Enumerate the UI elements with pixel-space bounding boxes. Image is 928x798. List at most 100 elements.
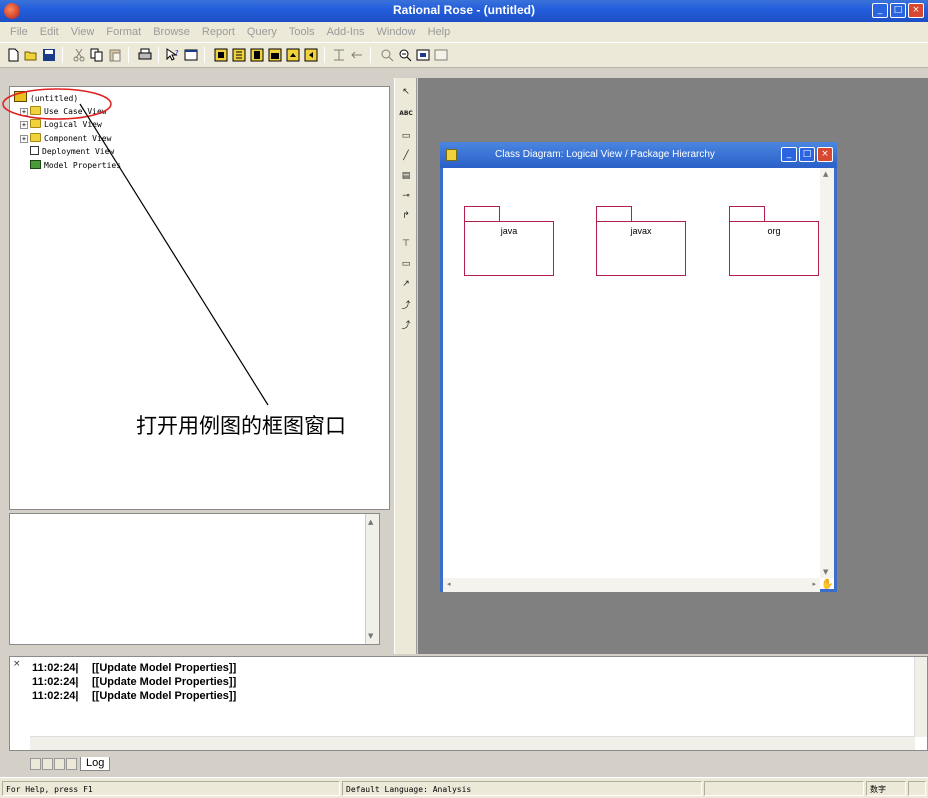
browse-component-diagram-icon[interactable] [250,48,264,62]
browse-class-diagram-icon[interactable] [214,48,228,62]
tab-log[interactable]: Log [80,757,111,771]
title-bar: Rational Rose - (untitled) _ □ × [0,0,928,22]
context-help-icon[interactable]: ? [166,48,180,62]
expand-icon[interactable]: + [20,107,28,116]
folder-icon [30,132,41,142]
documentation-pane[interactable]: ▲ ▼ [9,513,380,645]
diagram-canvas[interactable]: java javax org ▲ ▼ ◂ ▸ ✋ [443,168,834,592]
paste-icon[interactable] [108,48,122,62]
menu-query[interactable]: Query [241,26,283,38]
package-name: javax [596,221,686,276]
diagram-maximize-button[interactable]: □ [799,147,815,162]
package-tab [464,206,500,222]
status-mode: 数字 [866,781,906,796]
tab-next-button[interactable] [54,758,65,770]
new-icon[interactable] [6,48,20,62]
expand-icon[interactable]: + [20,134,28,143]
scroll-up-icon[interactable]: ▲ [368,518,373,526]
layout-diagram-icon[interactable] [332,48,346,62]
menu-browse[interactable]: Browse [147,26,196,38]
diagram-minimize-button[interactable]: _ [781,147,797,162]
scroll-down-icon[interactable]: ▼ [368,632,373,640]
close-button[interactable]: × [908,3,924,18]
menu-view[interactable]: View [65,26,101,38]
tree-item-deployment-view[interactable]: Deployment View [14,145,121,159]
menu-window[interactable]: Window [371,26,422,38]
tab-last-button[interactable] [66,758,77,770]
generalization-tool-icon[interactable]: ⤴ [399,300,413,312]
browse-interaction-diagram-icon[interactable] [232,48,246,62]
menu-help[interactable]: Help [422,26,457,38]
size-grip[interactable] [908,781,926,796]
dependency-tool-icon[interactable]: ↗ [399,278,413,290]
scroll-right-icon[interactable]: ▸ [812,580,816,588]
tree-item-component-view[interactable]: + Component View [14,132,121,146]
minimize-button[interactable]: _ [872,3,888,18]
diagram-close-button[interactable]: × [817,147,833,162]
class-tool-icon[interactable]: ▤ [399,170,413,182]
save-icon[interactable] [42,48,56,62]
log-time: 11:02:24| [32,676,79,688]
menu-report[interactable]: Report [196,26,241,38]
arrow-left-icon[interactable] [350,48,364,62]
association-class-tool-icon[interactable]: ⊤ [399,238,413,250]
log-entry: 11:02:24| [[Update Model Properties]] [32,689,236,703]
window-title: Rational Rose - (untitled) [393,3,535,17]
diagram-horizontal-scrollbar[interactable]: ◂ ▸ [443,578,820,592]
fit-in-window-icon[interactable] [416,48,430,62]
view-doc-icon[interactable] [184,48,198,62]
tree-item-label: Deployment View [42,147,115,156]
selection-tool-icon[interactable]: ↖ [399,86,413,98]
browse-deployment-diagram-icon[interactable] [268,48,282,62]
model-browser[interactable]: (untitled) + Use Case View + Logical View … [9,86,390,510]
copy-icon[interactable] [90,48,104,62]
tree-item-model-properties[interactable]: Model Properties [14,159,121,173]
zoom-in-icon[interactable] [380,48,394,62]
cut-icon[interactable] [72,48,86,62]
doc-vertical-scrollbar[interactable]: ▲ ▼ [365,514,379,644]
maximize-button[interactable]: □ [890,3,906,18]
open-icon[interactable] [24,48,38,62]
log-window[interactable]: × 11:02:24| [[Update Model Properties]] 1… [9,656,928,751]
class-diagram-window[interactable]: Class Diagram: Logical View / Package Hi… [440,142,837,592]
log-horizontal-scrollbar[interactable] [30,736,915,750]
menu-add-ins[interactable]: Add-Ins [321,26,371,38]
realize-tool-icon[interactable]: ⤴ [399,320,413,332]
menu-tools[interactable]: Tools [283,26,321,38]
tab-prev-button[interactable] [42,758,53,770]
browse-previous-icon[interactable] [304,48,318,62]
tree-item-use-case-view[interactable]: + Use Case View [14,105,121,119]
menu-edit[interactable]: Edit [34,26,65,38]
scroll-down-icon[interactable]: ▼ [823,568,828,576]
text-box-tool-icon[interactable]: ABC [399,108,413,120]
note-tool-icon[interactable]: ▭ [399,130,413,142]
tree-item-logical-view[interactable]: + Logical View [14,118,121,132]
browse-parent-icon[interactable] [286,48,300,62]
association-tool-icon[interactable]: ↱ [399,210,413,222]
expand-icon[interactable]: + [20,121,28,129]
log-close-icon[interactable]: × [13,659,21,669]
log-vertical-scrollbar[interactable] [914,657,927,737]
menu-format[interactable]: Format [100,26,147,38]
package-tool-icon[interactable]: ▭ [399,258,413,270]
tree-root[interactable]: (untitled) [14,91,121,105]
tree-item-label: Component View [44,133,112,143]
pan-hand-icon[interactable]: ✋ [821,579,833,591]
diagram-title-bar[interactable]: Class Diagram: Logical View / Package Hi… [440,142,837,168]
interface-tool-icon[interactable]: ⊸ [399,190,413,202]
tree-item-label: Model Properties [44,160,122,170]
folder-icon [30,105,41,115]
undo-fit-icon[interactable] [434,48,448,62]
tree-item-label: Logical View [44,120,102,129]
scroll-left-icon[interactable]: ◂ [447,580,451,588]
print-icon[interactable] [138,48,152,62]
tab-first-button[interactable] [30,758,41,770]
menu-file[interactable]: File [4,26,34,38]
status-language: Default Language: Analysis [342,781,702,796]
package-tab [729,206,765,222]
zoom-out-icon[interactable] [398,48,412,62]
anchor-note-tool-icon[interactable]: ╱ [399,150,413,162]
scroll-up-icon[interactable]: ▲ [823,170,828,178]
log-message: [[Update Model Properties]] [92,676,237,688]
diagram-vertical-scrollbar[interactable]: ▲ ▼ [820,168,834,578]
